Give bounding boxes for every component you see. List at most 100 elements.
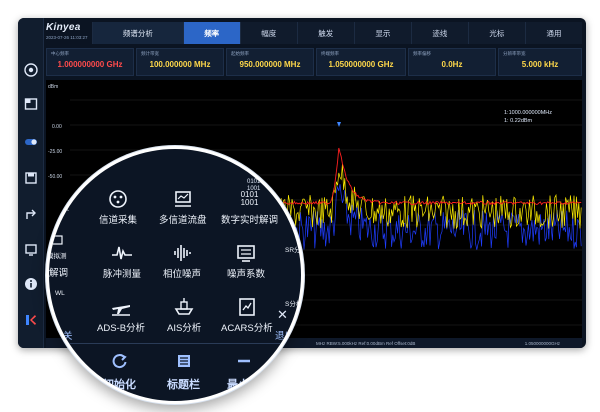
tab-frequency[interactable]: 频率	[182, 22, 240, 44]
y-unit-label: dBm	[48, 84, 58, 90]
tab-cursor[interactable]: 光标	[467, 22, 525, 44]
top-tabs: 频谱分析 频率 幅度 触发 显示 迹线 光标 通用	[92, 22, 582, 44]
menu-ais-analysis[interactable]: AIS分析	[167, 297, 201, 334]
param-freq-offset[interactable]: 频率偏移 0.0Hz	[408, 48, 496, 76]
brand-logo-icon	[23, 312, 39, 328]
minus-icon	[236, 353, 252, 374]
noise-figure-icon	[235, 243, 257, 263]
menu-label: 数据记录	[49, 205, 69, 212]
param-value: 5.000 kHz	[521, 60, 559, 69]
param-rbw[interactable]: 分辨率带宽 5.000 kHz	[498, 48, 582, 76]
marker-level-readout: 1: 0.22dBm	[504, 118, 533, 124]
param-start-freq[interactable]: 起始频率 950.000000 MHz	[226, 48, 314, 76]
param-center-freq[interactable]: 中心频率 1.000000000 GHz	[46, 48, 134, 76]
function-menu: 数据记录 模拟测 解调 WL 关 0101 1001 信道采集	[47, 149, 301, 401]
ais-ship-icon	[173, 297, 195, 317]
left-toolbar	[18, 18, 44, 348]
menu-label: 多信道流盘	[159, 215, 207, 226]
menu-label: 噪声系数	[227, 269, 266, 280]
close-icon[interactable]: ✕	[277, 307, 288, 323]
home-icon[interactable]	[23, 62, 39, 78]
menu-label: AIS分析	[167, 323, 202, 334]
param-label: 分辨率带宽	[503, 51, 526, 56]
param-label: 频率偏移	[413, 51, 431, 56]
menu-label: 相位噪声	[163, 269, 202, 280]
menu-wl-partial[interactable]: WL	[55, 287, 65, 297]
menu-label: 信道采集	[99, 215, 138, 226]
menu-label: 脉冲测量	[103, 269, 142, 280]
tab-amplitude[interactable]: 幅度	[239, 22, 297, 44]
menu-acars-analysis[interactable]: ACARS分析	[221, 297, 273, 334]
menu-noise-figure[interactable]: 噪声系数	[227, 243, 265, 280]
param-value: 950.000000 MHz	[239, 60, 301, 69]
init-button[interactable]: 初始化	[103, 353, 136, 392]
digital-realtime-demod-icon: 0101 1001	[240, 190, 259, 207]
param-value: 1.050000000 GHz	[328, 60, 394, 69]
menu-label: 解调	[49, 268, 69, 279]
refresh-icon	[112, 353, 128, 374]
magnifier-lens: 数据记录 模拟测 解调 WL 关 0101 1001 信道采集	[46, 146, 304, 404]
status-stop-freq: 1.050000000GHz	[524, 340, 560, 346]
info-icon[interactable]	[23, 276, 39, 292]
param-label: 终端频率	[321, 51, 339, 56]
list-icon	[176, 353, 192, 374]
menu-label: 模拟测	[47, 253, 67, 260]
menu-digital-realtime-demod[interactable]: 0101 1001 数字实时解调	[221, 189, 279, 227]
window-icon[interactable]	[23, 96, 39, 112]
parameter-bar: 中心频率 1.000000000 GHz 频计带宽 100.000000 MHz…	[46, 48, 582, 76]
menu-phase-noise[interactable]: 相位噪声	[163, 243, 201, 280]
menu-label: 关	[63, 331, 73, 342]
button-label: 最小化	[227, 379, 260, 391]
param-value: 100.000000 MHz	[149, 60, 211, 69]
menu-analog-test[interactable]: 模拟测	[47, 233, 67, 260]
marker-triangle-icon[interactable]	[337, 122, 341, 127]
export-icon[interactable]	[23, 206, 39, 222]
menu-demod-partial[interactable]: 解调	[49, 265, 68, 279]
tab-display[interactable]: 显示	[353, 22, 411, 44]
multi-channel-stream-icon	[172, 189, 194, 209]
tab-trace[interactable]: 迹线	[410, 22, 468, 44]
menu-adsb-analysis[interactable]: ADS-B分析	[97, 297, 145, 334]
data-record-icon	[50, 185, 62, 199]
param-stop-freq[interactable]: 终端频率 1.050000000 GHz	[316, 48, 406, 76]
tab-trigger[interactable]: 触发	[296, 22, 354, 44]
menu-exit[interactable]: 退出	[275, 325, 294, 342]
titlebar-button[interactable]: 标题栏	[167, 353, 200, 392]
param-value: 1.000000000 GHz	[57, 60, 123, 69]
menu-label: ACARS分析	[221, 323, 273, 334]
screen-icon[interactable]	[23, 242, 39, 258]
menu-divider	[49, 343, 301, 344]
param-value: 0.0Hz	[441, 60, 463, 69]
minimize-button[interactable]: 最小化	[227, 353, 260, 392]
menu-label: ADS-B分析	[97, 323, 146, 334]
menu-channel-capture[interactable]: 信道采集	[99, 189, 137, 226]
toggle-icon[interactable]	[23, 134, 39, 150]
menu-pulse-measure[interactable]: 脉冲测量	[103, 243, 141, 280]
mode-selector[interactable]: 频谱分析	[92, 22, 183, 44]
adsb-plane-icon	[110, 297, 132, 317]
mode-label: 频谱分析	[122, 28, 153, 38]
menu-multi-channel-stream[interactable]: 多信道流盘	[159, 189, 207, 226]
pulse-measure-icon	[111, 243, 133, 263]
y-tick-0: 0.00	[52, 124, 62, 130]
param-label: 起始频率	[231, 51, 249, 56]
analog-test-icon	[51, 233, 63, 247]
param-span[interactable]: 频计带宽 100.000000 MHz	[136, 48, 224, 76]
channel-capture-icon	[107, 189, 129, 209]
menu-label: WL	[55, 290, 65, 297]
acars-doc-icon	[236, 297, 258, 317]
param-label: 频计带宽	[141, 51, 159, 56]
menu-label: 数字实时解调	[221, 215, 279, 226]
product-render: Kinyea 2023-07-26 11:03:27 频谱分析 频率 幅度 触发…	[0, 0, 600, 412]
menu-label: 退出	[275, 331, 295, 342]
menu-close-partial[interactable]: 关	[63, 325, 73, 342]
save-icon[interactable]	[23, 170, 39, 186]
status-settings: MHz RBW:5.000kHz Ref:0.00dBm Ref Offset:…	[316, 340, 416, 346]
button-label: 标题栏	[167, 379, 200, 391]
tab-general[interactable]: 通用	[524, 22, 582, 44]
button-label: 初始化	[103, 379, 136, 391]
phase-noise-icon	[171, 243, 193, 263]
param-label: 中心频率	[51, 51, 69, 56]
marker-freq-readout: 1:1000.000000MHz	[504, 110, 552, 116]
menu-data-record[interactable]: 数据记录	[49, 185, 69, 212]
